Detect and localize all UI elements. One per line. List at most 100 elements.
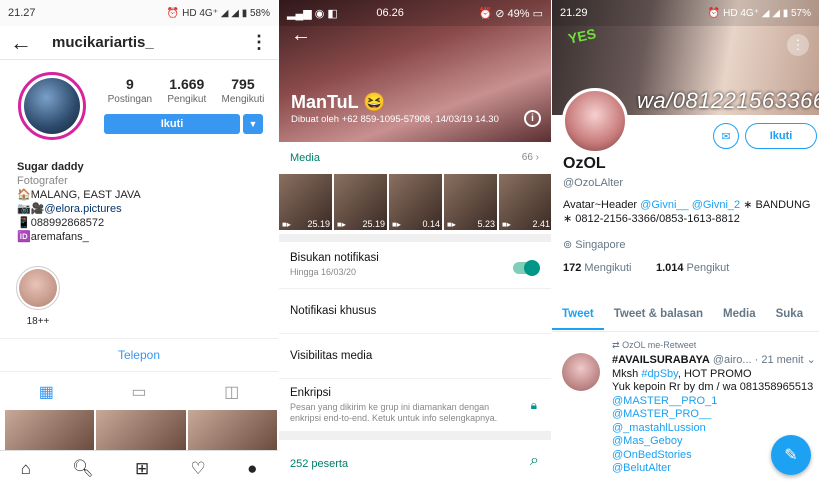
heart-icon[interactable]: ♡ — [191, 459, 206, 479]
mute-notifications-row[interactable]: Bisukan notifikasi Hingga 16/03/20 — [279, 242, 551, 288]
search-icon[interactable]: 🔍︎ — [72, 459, 94, 479]
bio-category: Fotografer — [17, 175, 68, 187]
profile-avatar[interactable] — [562, 88, 628, 154]
tab-media[interactable]: Media — [713, 308, 766, 320]
mute-title: Bisukan notifikasi — [290, 252, 379, 264]
tab-likes[interactable]: Suka — [766, 308, 814, 320]
hashtag[interactable]: #dpSby — [641, 368, 678, 380]
media-thumbnail[interactable]: ■▸ 5.23 — [444, 174, 497, 230]
status-icons-left: ▂▄▆ ◉ ◧ — [287, 7, 338, 20]
video-icon: ■▸ — [337, 220, 346, 229]
media-thumbnail[interactable]: ■▸ 2.41 — [499, 174, 551, 230]
call-button[interactable]: Telepon — [0, 338, 278, 372]
tab-tweets-replies[interactable]: Tweet & balasan — [604, 308, 713, 320]
retweet-indicator: ⇄ OzOL me-Retweet — [612, 340, 697, 350]
status-bar: ▂▄▆ ◉ ◧ 06.26 ⏰ ⊘ 49% ▭ — [279, 0, 551, 26]
stat-followers[interactable]: 1.669 Pengikut — [167, 76, 206, 105]
post-thumbnail[interactable] — [5, 410, 95, 452]
bio-line: 🏠MALANG, EAST JAVA — [17, 189, 141, 201]
group-created-info: Dibuat oleh +62 859-1095-57908, 14/03/19… — [291, 114, 499, 125]
status-time: 06.26 — [376, 7, 404, 19]
status-icons: ⏰ HD 4G⁺ ◢ ◢ ▮ 57% — [707, 7, 811, 19]
media-section: Media 66 › ■▸ 25.19 ■▸ 25.19 ■▸ 0.14 ■▸ 5.23… — [279, 142, 551, 234]
profile-username: mucikariartis_ — [52, 34, 154, 51]
media-label: Media — [290, 152, 320, 164]
status-time: 21.27 — [8, 7, 36, 19]
following-count[interactable]: 172 Mengikuti — [563, 262, 632, 274]
media-thumbnail[interactable]: ■▸ 0.14 — [389, 174, 442, 230]
more-options-icon[interactable]: ⋮ — [787, 34, 809, 56]
profile-tabs: ▦ ▭ ◫ — [0, 375, 278, 409]
chevron-down-icon: ⌄ — [806, 354, 816, 366]
message-icon[interactable]: ✉ — [713, 123, 739, 149]
tweet-mention[interactable]: @MASTER_PRO__ — [612, 408, 817, 422]
grid-icon[interactable]: ▦ — [39, 382, 54, 402]
tweet-mention[interactable]: @MASTER__PRO_1 — [612, 395, 817, 409]
profile-header: ← mucikariartis_ ⋮ — [0, 26, 278, 60]
video-icon: ■▸ — [392, 220, 401, 229]
custom-notifications-label: Notifikasi khusus — [290, 305, 377, 317]
igtv-icon[interactable]: ▭ — [131, 382, 146, 402]
media-visibility-row[interactable]: Visibilitas media — [279, 334, 551, 378]
bio-line: 🆔aremafans_ — [17, 231, 89, 243]
profile-bio: Avatar~Header @Givni__ @Givni_2 ∗ BANDUN… — [563, 198, 819, 226]
profile-location: ⊚ Singapore — [563, 238, 625, 251]
bio-mention[interactable]: @Givni__ — [640, 199, 688, 211]
profile-handle: @OzoLAlter — [563, 177, 624, 189]
video-icon: ■▸ — [282, 220, 291, 229]
profile-stats: 9 Postingan 1.669 Pengikut 795 Mengikuti — [100, 76, 272, 105]
video-icon: ■▸ — [447, 220, 456, 229]
participants-count: 252 peserta — [290, 458, 349, 470]
profile-name: OzOL — [563, 155, 606, 172]
profile-bio: Sugar daddy Fotografer 🏠MALANG, EAST JAV… — [17, 160, 141, 244]
profile-avatar[interactable] — [18, 72, 86, 140]
tagged-icon[interactable]: ◫ — [224, 382, 239, 402]
follow-button[interactable]: Ikuti — [745, 123, 817, 149]
back-arrow-icon[interactable]: ← — [291, 24, 311, 47]
avatar[interactable]: ● — [247, 459, 257, 479]
tweet-author: #AVAILSURABAYA — [612, 354, 710, 366]
media-visibility-label: Visibilitas media — [290, 350, 373, 362]
tab-tweets[interactable]: Tweet — [552, 308, 604, 330]
location-text: Singapore — [575, 239, 626, 251]
mute-toggle[interactable] — [513, 260, 540, 276]
more-options-icon[interactable]: ⋮ — [250, 32, 268, 53]
compose-tweet-button[interactable]: ✎ — [771, 435, 811, 475]
back-arrow-icon[interactable]: ← — [10, 31, 40, 54]
story-highlight[interactable] — [16, 266, 60, 310]
post-thumbnail[interactable] — [187, 410, 277, 452]
bio-mention[interactable]: @Givni_2 — [692, 199, 740, 211]
info-icon[interactable]: i — [524, 110, 541, 127]
tweet-author-avatar[interactable] — [562, 353, 600, 391]
follow-button[interactable]: Ikuti — [104, 114, 240, 134]
status-time: 21.29 — [560, 7, 588, 19]
lock-icon: 🔒︎ — [530, 398, 537, 412]
encryption-subtitle: Pesan yang dikirim ke grup ini diamankan… — [290, 401, 498, 423]
tweet-meta: @airo... · 21 menit — [712, 354, 804, 366]
tweet-mention[interactable]: @_mastahlLussion — [612, 422, 817, 436]
whatsapp-group-info-panel: ▂▄▆ ◉ ◧ 06.26 ⏰ ⊘ 49% ▭ ← ManTuL 😆 Dibua… — [279, 0, 551, 486]
chevron-down-icon[interactable]: ▼ — [243, 114, 263, 134]
media-thumbnail[interactable]: ■▸ 25.19 — [334, 174, 387, 230]
search-icon[interactable]: ⌕ — [530, 452, 539, 470]
video-icon: ■▸ — [502, 220, 511, 229]
stat-posts[interactable]: 9 Postingan — [108, 76, 152, 105]
bottom-nav: ⌂ 🔍︎ ⊞ ♡ ● — [0, 450, 278, 486]
bio-line[interactable]: 📷🎥@elora.pictures — [17, 202, 141, 216]
post-thumbnail[interactable] — [96, 410, 186, 452]
custom-notifications-row[interactable]: Notifikasi khusus — [279, 289, 551, 333]
post-grid — [5, 410, 277, 452]
media-thumbnail[interactable]: ■▸ 25.19 — [279, 174, 332, 230]
bio-line: 📱088992868572 — [17, 217, 105, 229]
encryption-title: Enkripsi — [290, 386, 331, 399]
stat-following[interactable]: 795 Mengikuti — [222, 76, 265, 105]
profile-tabs: Tweet Tweet & balasan Media Suka — [552, 296, 819, 332]
status-bar: 21.27 ⏰ HD 4G⁺ ◢ ◢ ▮ 58% — [0, 0, 278, 26]
add-post-icon[interactable]: ⊞ — [135, 459, 149, 479]
twitter-profile-panel: 21.29 ⏰ HD 4G⁺ ◢ ◢ ▮ 57% YES wa/08122156… — [552, 0, 819, 486]
followers-count[interactable]: 1.014 Pengikut — [656, 262, 729, 274]
instagram-profile-panel: 21.27 ⏰ HD 4G⁺ ◢ ◢ ▮ 58% ← mucikariartis… — [0, 0, 278, 486]
media-count[interactable]: 66 › — [522, 152, 539, 163]
encryption-row[interactable]: Enkripsi Pesan yang dikirim ke grup ini … — [279, 379, 551, 431]
home-icon[interactable]: ⌂ — [21, 459, 31, 479]
